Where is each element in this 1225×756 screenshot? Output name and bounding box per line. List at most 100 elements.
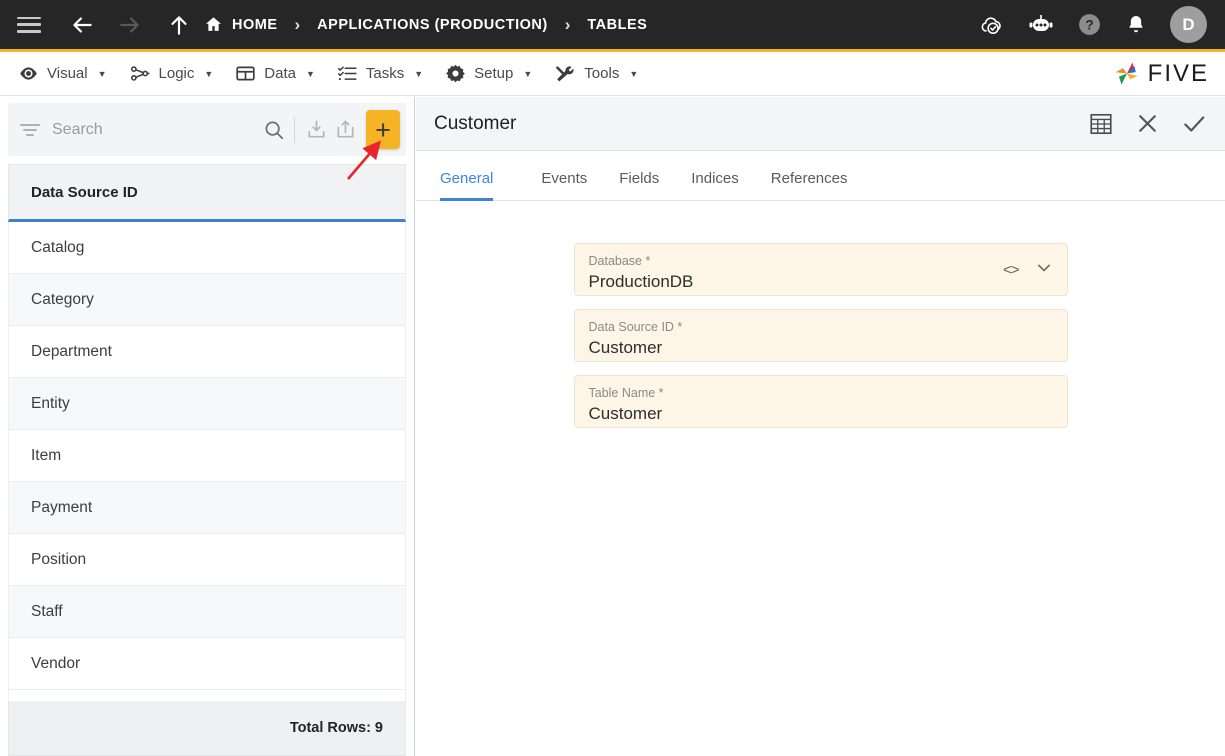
chevron-down-icon[interactable]	[1035, 258, 1053, 281]
database-field-value: ProductionDB	[588, 272, 694, 291]
tables-list: Catalog Category Department Entity Item …	[8, 222, 406, 701]
list-item-label: Staff	[31, 602, 63, 620]
chevron-down-icon: ▼	[523, 68, 533, 79]
menu-logic[interactable]: Logic ▼	[129, 63, 214, 84]
list-item[interactable]: Payment	[9, 482, 405, 534]
list-item[interactable]: Staff	[9, 586, 405, 638]
menu-tasks[interactable]: Tasks ▼	[337, 63, 423, 84]
bell-icon	[1129, 15, 1143, 32]
list-item[interactable]: Department	[9, 326, 405, 378]
list-item-label: Vendor	[31, 654, 81, 672]
tab-general[interactable]: General	[440, 170, 509, 201]
home-icon	[204, 15, 223, 34]
menu-tasks-label: Tasks	[365, 65, 405, 82]
breadcrumb-item-tables[interactable]: TABLES	[587, 17, 647, 33]
back-button[interactable]	[58, 0, 106, 51]
code-icon[interactable]: <>	[1003, 261, 1020, 278]
list-item-empty	[9, 690, 405, 701]
database-field-icons: <>	[1003, 258, 1053, 281]
list-item[interactable]: Category	[9, 274, 405, 326]
list-item-label: Category	[31, 290, 94, 308]
breadcrumb-item-applications[interactable]: APPLICATIONS (PRODUCTION)	[317, 17, 548, 33]
data-source-id-field[interactable]: Data Source ID * Customer	[573, 309, 1068, 362]
table-name-field[interactable]: Table Name * Customer	[573, 375, 1068, 428]
gear-icon	[445, 63, 466, 84]
assistant-button[interactable]	[1027, 12, 1055, 38]
tab-fields-label: Fields	[619, 170, 660, 187]
filter-icon[interactable]	[20, 123, 40, 136]
table-detail-panel: Customer General Events Fields Indices R…	[416, 97, 1225, 756]
menu-tools[interactable]: Tools ▼	[554, 63, 638, 84]
tab-references-label: References	[770, 170, 848, 187]
import-icon	[307, 120, 325, 138]
top-navigation-bar: HOME › APPLICATIONS (PRODUCTION) › TABLE…	[0, 0, 1225, 52]
import-button[interactable]	[301, 113, 330, 147]
detail-header-actions	[1088, 111, 1207, 137]
search-button[interactable]	[259, 113, 288, 147]
list-item[interactable]: Position	[9, 534, 405, 586]
hamburger-icon	[17, 16, 41, 33]
forward-button[interactable]	[106, 0, 154, 51]
export-icon	[337, 120, 354, 138]
five-pinwheel-icon	[1115, 62, 1138, 84]
list-item[interactable]: Item	[9, 430, 405, 482]
menu-visual-label: Visual	[47, 65, 88, 82]
notifications-button[interactable]	[1124, 13, 1148, 37]
five-logo-text: FIVE	[1147, 59, 1209, 87]
table-name-field-value: Customer	[588, 404, 663, 423]
database-field-label: Database *	[588, 254, 651, 268]
up-button[interactable]	[154, 0, 204, 51]
list-item[interactable]: Vendor	[9, 638, 405, 690]
page-title: Customer	[434, 112, 517, 134]
database-field[interactable]: Database * ProductionDB <>	[573, 243, 1068, 296]
list-item-label: Department	[31, 342, 112, 360]
table-view-icon	[1090, 113, 1112, 134]
add-button[interactable]: +	[366, 110, 400, 149]
tab-events[interactable]: Events	[525, 170, 603, 200]
tab-fields[interactable]: Fields	[603, 170, 675, 200]
menu-data-label: Data	[264, 65, 296, 82]
search-input[interactable]	[52, 120, 259, 139]
menu-data[interactable]: Data ▼	[235, 63, 315, 84]
hamburger-menu-button[interactable]	[0, 0, 58, 51]
list-item[interactable]: Entity	[9, 378, 405, 430]
tables-list-panel: + Data Source ID Catalog Category Depart…	[0, 97, 415, 756]
arrow-right-icon	[120, 16, 139, 33]
chevron-down-icon: ▼	[204, 68, 214, 79]
tab-indices-label: Indices	[691, 170, 739, 187]
menu-setup[interactable]: Setup ▼	[445, 63, 532, 84]
tab-references[interactable]: References	[755, 170, 864, 200]
table-view-button[interactable]	[1088, 111, 1114, 137]
general-form: Database * ProductionDB <> Data Source I…	[416, 201, 1225, 756]
breadcrumb-item-home[interactable]: HOME	[204, 15, 278, 34]
help-button[interactable]: ?	[1077, 12, 1102, 37]
export-button[interactable]	[331, 113, 360, 147]
list-column-header-label: Data Source ID	[31, 183, 138, 201]
avatar-initial: D	[1182, 14, 1195, 34]
svg-text:?: ?	[1085, 18, 1093, 33]
top-bar-actions: ? D	[979, 6, 1225, 43]
confirm-button[interactable]	[1181, 111, 1207, 137]
arrow-up-icon	[171, 15, 187, 35]
five-logo: FIVE	[1112, 60, 1209, 88]
breadcrumb-separator: ›	[294, 14, 301, 34]
application-menu-bar: Visual ▼ Logic ▼ Data ▼ Tasks ▼ Setup ▼ …	[0, 52, 1225, 96]
tab-events-label: Events	[541, 170, 588, 187]
chevron-down-icon: ▼	[414, 68, 424, 79]
menu-visual[interactable]: Visual ▼	[18, 63, 107, 84]
tab-indices[interactable]: Indices	[675, 170, 755, 200]
close-button[interactable]	[1135, 111, 1160, 136]
tab-general-label: General	[440, 170, 494, 187]
search-icon	[265, 121, 283, 139]
tools-icon	[554, 63, 576, 84]
detail-header: Customer	[416, 97, 1225, 151]
menu-logic-label: Logic	[158, 65, 195, 82]
breadcrumb-label-home: HOME	[232, 16, 278, 33]
arrow-left-icon	[73, 16, 92, 33]
breadcrumb-separator: ›	[564, 14, 571, 34]
menu-tools-label: Tools	[584, 65, 620, 82]
list-column-header[interactable]: Data Source ID	[8, 164, 406, 222]
avatar[interactable]: D	[1170, 6, 1207, 43]
cloud-check-button[interactable]	[979, 12, 1005, 38]
list-item[interactable]: Catalog	[9, 222, 405, 274]
